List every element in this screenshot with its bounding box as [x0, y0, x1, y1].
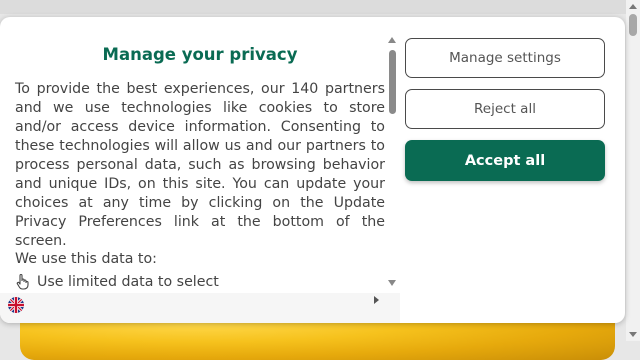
content-scroll-down-icon[interactable] [388, 280, 396, 286]
scroll-up-arrow-icon[interactable] [629, 4, 637, 9]
data-use-item-label: Use limited data to select [37, 274, 219, 290]
privacy-consent-dialog: Manage your privacy To provide the best … [0, 17, 625, 323]
dialog-title: Manage your privacy [102, 45, 298, 64]
scroll-right-arrow-icon[interactable] [374, 296, 379, 304]
scroll-down-arrow-icon[interactable] [629, 332, 637, 337]
reject-all-button[interactable]: Reject all [405, 89, 605, 129]
data-use-heading: We use this data to: [15, 251, 157, 267]
consent-content-pane: Manage your privacy To provide the best … [0, 17, 400, 323]
language-bar [0, 293, 400, 323]
content-scroll-thumb[interactable] [389, 50, 396, 114]
uk-flag-icon[interactable] [8, 297, 24, 313]
page-background-top [0, 0, 640, 14]
data-use-item: Use limited data to select [15, 273, 219, 290]
manage-settings-button[interactable]: Manage settings [405, 38, 605, 78]
page-scroll-thumb[interactable] [629, 14, 637, 36]
content-scroll-up-icon[interactable] [388, 37, 396, 43]
hand-pointer-icon [15, 273, 29, 290]
accept-all-button[interactable]: Accept all [405, 140, 605, 181]
consent-description: To provide the best experiences, our 140… [15, 81, 385, 249]
page-scrollbar[interactable] [626, 0, 640, 341]
